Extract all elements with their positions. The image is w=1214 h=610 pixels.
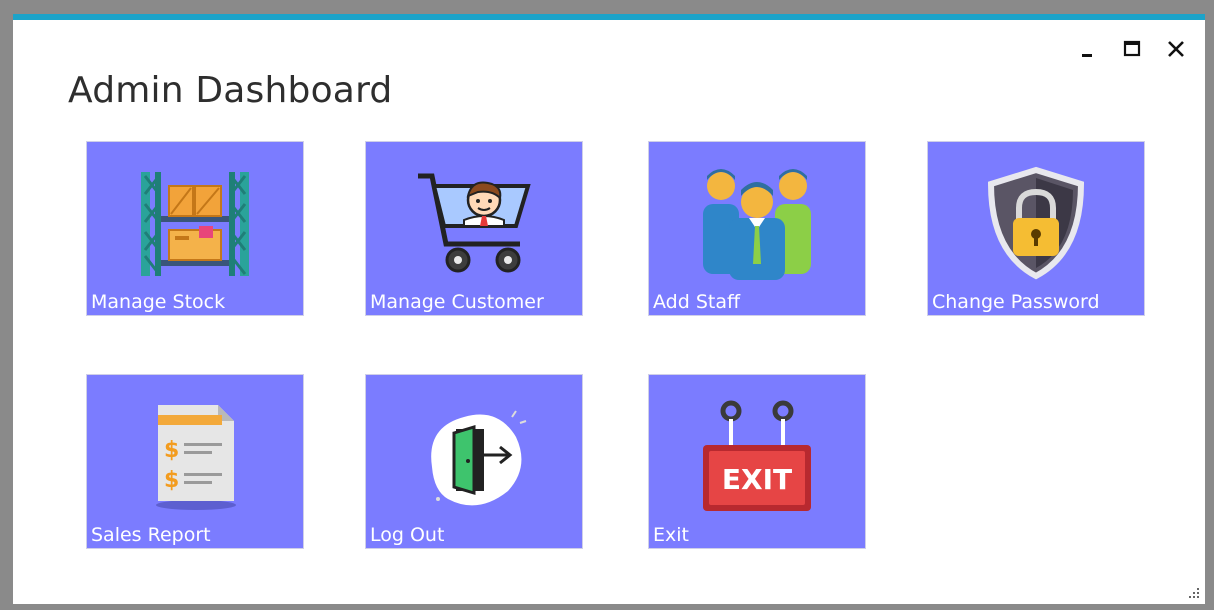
tile-label: Log Out [370,524,445,546]
resize-grip-icon[interactable] [1185,584,1201,600]
minimize-icon [1082,54,1092,57]
tile-change-password[interactable]: Change Password [927,141,1145,316]
sales-report-icon: $ $ [156,405,236,510]
minimize-button[interactable] [1076,38,1100,62]
staff-group-icon [703,169,811,280]
tile-label: Manage Customer [370,291,544,313]
tile-label: Manage Stock [91,291,226,313]
maximize-icon [1123,40,1141,57]
maximize-button[interactable] [1120,38,1144,62]
shopping-cart-customer-icon [418,173,531,273]
svg-text:$: $ [164,438,179,463]
tile-label: Add Staff [653,291,741,313]
page-title: Admin Dashboard [68,70,393,111]
tile-label: Exit [653,524,689,546]
tile-log-out[interactable]: Log Out [365,374,583,549]
tile-manage-stock[interactable]: Manage Stock [86,141,304,316]
tile-add-staff[interactable]: Add Staff [648,141,866,316]
close-button[interactable] [1164,38,1188,62]
shield-lock-icon [987,166,1085,280]
close-icon [1168,41,1184,57]
tile-label: Change Password [932,291,1100,313]
svg-text:$: $ [164,468,179,493]
tile-manage-customer[interactable]: Manage Customer [365,141,583,316]
dashboard-window: Admin Dashboard Manage Stock Manage Cust… [13,14,1205,604]
warehouse-shelf-icon [141,172,249,276]
logout-door-icon [431,410,527,506]
tile-exit[interactable]: EXIT Exit [648,374,866,549]
tile-label: Sales Report [91,524,211,546]
tile-sales-report[interactable]: $ $ Sales Report [86,374,304,549]
exit-sign-icon: EXIT [703,400,811,511]
svg-text:EXIT: EXIT [722,463,792,496]
